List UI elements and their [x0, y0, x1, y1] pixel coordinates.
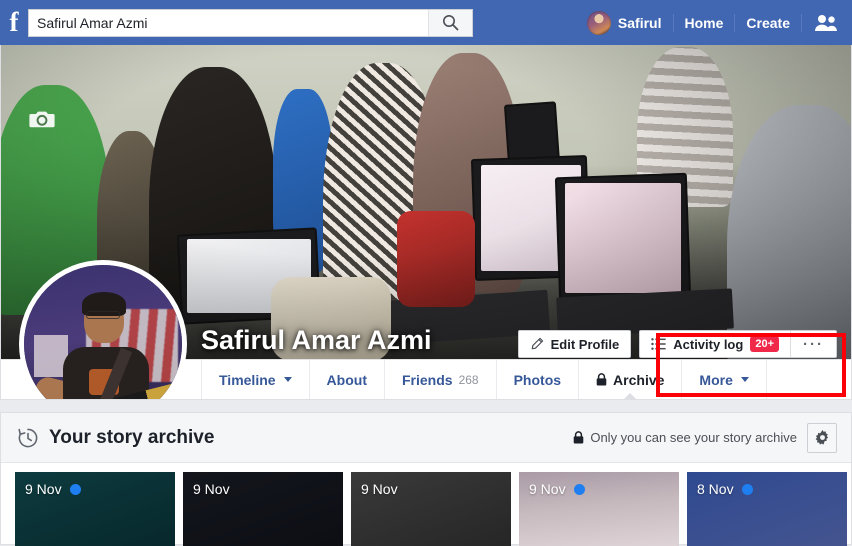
story-archive-header-right: Only you can see your story archive — [573, 422, 837, 453]
tab-photos-label: Photos — [513, 371, 562, 388]
privacy-note: Only you can see your story archive — [573, 430, 797, 445]
story-archive-list: 9 Nov 9 Nov 9 Nov 9 Nov 8 Nov — [1, 463, 851, 546]
search-bar[interactable] — [28, 8, 473, 37]
facebook-logo-icon[interactable]: f — [0, 0, 26, 45]
story-card[interactable]: 9 Nov — [183, 472, 343, 546]
page-title: Safirul Amar Azmi — [201, 325, 432, 355]
profile-action-buttons: Edit Profile Activity log 20+ ··· — [517, 330, 837, 358]
friend-requests-button[interactable] — [802, 9, 846, 37]
lock-icon — [596, 373, 607, 386]
story-date: 9 Nov — [25, 481, 62, 497]
story-card-label: 9 Nov — [25, 481, 81, 497]
profile-card: Safirul Amar Azmi Edit Profile Activity … — [0, 45, 852, 400]
story-archive-card: Your story archive Only you can see your… — [0, 412, 852, 546]
camera-icon[interactable] — [29, 109, 55, 129]
search-input[interactable] — [29, 9, 428, 36]
story-card[interactable]: 9 Nov — [351, 472, 511, 546]
tab-archive[interactable]: Archive — [579, 360, 683, 399]
pencil-icon — [531, 337, 543, 350]
edit-profile-group: Edit Profile — [517, 330, 632, 358]
search-icon — [443, 15, 459, 31]
tab-photos[interactable]: Photos — [497, 360, 580, 399]
story-card[interactable]: 8 Nov — [687, 472, 847, 546]
story-card-label: 9 Nov — [361, 481, 398, 497]
tab-timeline-label: Timeline — [219, 371, 276, 388]
ellipsis-icon: ··· — [803, 335, 824, 353]
story-date: 8 Nov — [697, 481, 734, 497]
friend-requests-icon — [815, 14, 837, 31]
avatar — [586, 10, 611, 35]
story-seen-dot — [573, 483, 585, 495]
story-archive-title: Your story archive — [49, 426, 215, 448]
story-card-label: 8 Nov — [697, 481, 753, 497]
story-card[interactable]: 9 Nov — [519, 472, 679, 546]
story-date: 9 Nov — [193, 481, 230, 497]
story-date: 9 Nov — [361, 481, 398, 497]
nav-profile-link[interactable]: Safirul — [576, 9, 673, 37]
history-clock-icon — [18, 428, 38, 447]
tab-more[interactable]: More — [682, 360, 767, 399]
story-card-label: 9 Nov — [529, 481, 585, 497]
tab-friends[interactable]: Friends 268 — [385, 360, 497, 399]
more-options-button[interactable]: ··· — [791, 331, 836, 357]
profile-picture[interactable] — [19, 260, 187, 399]
nav-right-group: Safirul Home Create — [576, 0, 846, 45]
nav-home-link[interactable]: Home — [674, 9, 735, 37]
story-card[interactable]: 9 Nov — [15, 472, 175, 546]
story-seen-dot — [741, 483, 753, 495]
tab-more-label: More — [699, 371, 733, 388]
list-icon — [651, 338, 666, 350]
status-badge: 20+ — [750, 336, 779, 352]
edit-profile-button[interactable]: Edit Profile — [518, 331, 631, 357]
tab-about-label: About — [326, 371, 367, 388]
gear-icon — [815, 430, 828, 445]
nav-create-link[interactable]: Create — [735, 9, 801, 37]
chevron-down-icon — [283, 377, 292, 382]
lock-icon — [574, 431, 584, 444]
story-settings-button[interactable] — [807, 422, 837, 453]
active-tab-indicator — [623, 393, 638, 399]
story-archive-header: Your story archive Only you can see your… — [1, 413, 851, 463]
tab-friends-label: Friends — [401, 371, 453, 388]
activity-log-label: Activity log — [673, 336, 744, 352]
privacy-note-text: Only you can see your story archive — [590, 430, 797, 445]
tab-archive-label: Archive — [613, 371, 665, 388]
tab-about[interactable]: About — [310, 360, 385, 399]
top-navigation-bar: f Safirul Home Create — [0, 0, 852, 45]
activity-log-button[interactable]: Activity log 20+ — [640, 331, 790, 357]
tab-timeline[interactable]: Timeline — [201, 360, 310, 399]
story-card-label: 9 Nov — [193, 481, 230, 497]
edit-profile-label: Edit Profile — [550, 336, 620, 352]
nav-profile-label: Safirul — [617, 14, 662, 31]
story-seen-dot — [69, 483, 81, 495]
story-date: 9 Nov — [529, 481, 566, 497]
activity-log-group: Activity log 20+ ··· — [639, 330, 837, 358]
chevron-down-icon — [740, 377, 749, 382]
pfp-glasses — [86, 310, 120, 319]
friends-count: 268 — [458, 372, 479, 387]
search-button[interactable] — [428, 9, 472, 36]
